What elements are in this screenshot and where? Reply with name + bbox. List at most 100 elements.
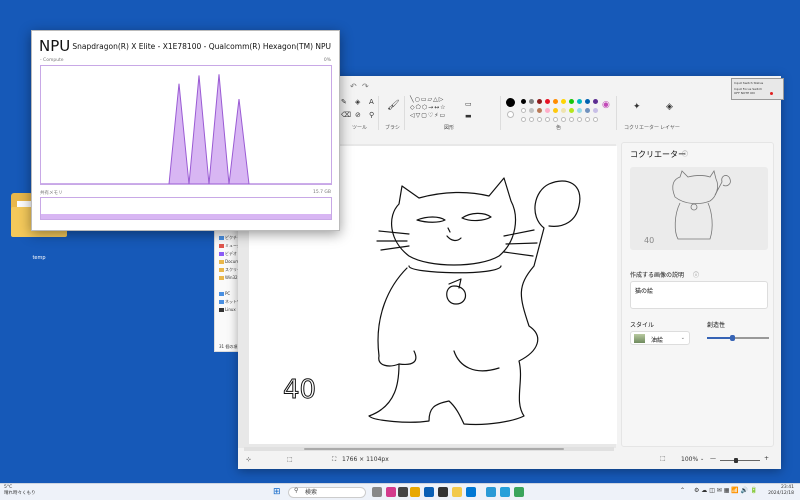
custom-color-slot[interactable] — [537, 117, 542, 122]
npu-device-name: Snapdragon(R) X Elite - X1E78100 - Qualc… — [72, 42, 331, 51]
npu-performance-window[interactable]: NPU Snapdragon(R) X Elite - X1E78100 - Q… — [31, 30, 340, 231]
color-swatch[interactable] — [529, 99, 534, 104]
graph-max-label: 0% — [323, 58, 331, 63]
weather-widget[interactable]: 5°C 晴れ時々くもり — [4, 485, 36, 497]
custom-color-slot[interactable] — [585, 117, 590, 122]
fill-shape-icon[interactable]: ▬ — [465, 112, 472, 120]
task-view-icon[interactable] — [372, 487, 382, 497]
brush-group-label: ブラシ — [385, 125, 400, 131]
nav-item-win32[interactable]: Win32 — [219, 275, 238, 280]
color-swatch[interactable] — [577, 108, 582, 113]
generated-preview-image[interactable]: 40 — [630, 167, 768, 250]
chevron-up-icon[interactable]: ⌃ — [680, 487, 685, 494]
color-swatch[interactable] — [569, 99, 574, 104]
color-swatch[interactable] — [593, 99, 598, 104]
style-dropdown[interactable]: 油絵 ⌄ — [630, 331, 690, 345]
color-swatch[interactable] — [537, 99, 542, 104]
color-swatch[interactable] — [569, 108, 574, 113]
shapes-gallery[interactable]: ╲○▭▱△▷ ◇⬠⬡→↔☆ ◁▽▢♡⚡▭ — [410, 96, 447, 120]
primary-color-swatch[interactable] — [506, 98, 515, 107]
tools-group-label: ツール — [352, 125, 368, 131]
zoom-slider[interactable] — [720, 458, 760, 463]
zoom-level[interactable]: 100% — [681, 456, 698, 463]
zoom-out-icon[interactable]: — — [710, 455, 716, 462]
copilot-icon[interactable] — [386, 487, 396, 497]
text-icon[interactable]: A — [369, 98, 374, 106]
creativity-slider[interactable] — [707, 335, 769, 341]
slider-thumb[interactable] — [730, 335, 735, 341]
fit-icon[interactable]: ⬚ — [660, 455, 666, 462]
color-swatch[interactable] — [585, 99, 590, 104]
npu-usage-graph — [40, 65, 332, 185]
nav-item-linux[interactable]: Linux — [219, 307, 236, 312]
zoom-in-icon[interactable]: + — [764, 455, 769, 462]
photos-icon[interactable] — [486, 487, 496, 497]
custom-color-slot[interactable] — [561, 117, 566, 122]
app-icon[interactable] — [398, 487, 408, 497]
custom-color-slot[interactable] — [529, 117, 534, 122]
color-swatch[interactable] — [537, 108, 542, 113]
canvas-size: 1766 × 1104px — [342, 456, 389, 463]
color-picker-icon[interactable]: ⊘ — [355, 111, 361, 119]
start-button[interactable]: ⊞ — [273, 487, 281, 497]
color-swatch[interactable] — [577, 99, 582, 104]
paint-icon[interactable] — [500, 487, 510, 497]
tray-icons[interactable]: ⚙ ☁ ◫ ✉ ▦ 📶 🔊 🔋 — [694, 487, 758, 494]
selection-icon: ⬚ — [287, 456, 293, 463]
custom-color-slot[interactable] — [553, 117, 558, 122]
mini-window-thumbnail[interactable]: Input Switch Status Input Focus Switch O… — [731, 78, 784, 100]
prompt-label: 作成する画像の説明 — [630, 272, 685, 279]
preview-cat-sketch: 40 — [644, 170, 731, 245]
layers-icon[interactable]: ◈ — [666, 102, 673, 112]
info-icon[interactable]: ⓘ — [682, 149, 688, 158]
canvas-handwritten-text: 40 — [283, 375, 316, 405]
pencil-icon[interactable]: ✎ — [341, 98, 347, 106]
prompt-info-icon[interactable]: ⓘ — [693, 270, 699, 279]
color-swatch[interactable] — [561, 99, 566, 104]
colors-group-label: 色 — [556, 125, 562, 131]
custom-color-slot[interactable] — [569, 117, 574, 122]
terminal-icon[interactable] — [438, 487, 448, 497]
color-swatch[interactable] — [553, 99, 558, 104]
edit-colors-icon[interactable]: ◉ — [602, 100, 610, 110]
magnifier-icon[interactable]: ⚲ — [369, 111, 374, 119]
prompt-input[interactable]: 猫の絵 — [630, 281, 768, 309]
custom-color-slot[interactable] — [577, 117, 582, 122]
color-swatch[interactable] — [521, 99, 526, 104]
nav-item-pc[interactable]: PC — [219, 291, 230, 296]
color-swatch[interactable] — [521, 108, 526, 113]
custom-color-slot[interactable] — [593, 117, 598, 122]
cocreator-ribbon-button[interactable]: コクリエーター — [624, 124, 659, 131]
color-swatch[interactable] — [545, 99, 550, 104]
outline-icon[interactable]: ▭ — [465, 100, 472, 108]
layers-ribbon-button[interactable]: レイヤー — [660, 124, 680, 131]
custom-color-slot[interactable] — [545, 117, 550, 122]
brush-icon[interactable]: 🖌 — [387, 100, 400, 111]
nav-item-videos[interactable]: ビデオ — [219, 251, 237, 257]
horizontal-scrollbar[interactable] — [244, 447, 614, 451]
search-box[interactable]: 検索 — [288, 487, 366, 498]
app-l-icon[interactable] — [424, 487, 434, 497]
color-swatch[interactable] — [553, 108, 558, 113]
color-swatch[interactable] — [593, 108, 598, 113]
color-swatch[interactable] — [545, 108, 550, 113]
chrome-icon[interactable] — [410, 487, 420, 497]
custom-color-slot[interactable] — [521, 117, 526, 122]
outlook-icon[interactable] — [466, 487, 476, 497]
color-swatch[interactable] — [585, 108, 590, 113]
eraser-icon[interactable]: ⌫ — [341, 111, 351, 119]
style-thumbnail — [634, 334, 645, 343]
zoom-dropdown-icon[interactable]: ⌄ — [700, 456, 704, 462]
file-explorer-icon[interactable] — [452, 487, 462, 497]
color-swatch[interactable] — [529, 108, 534, 113]
color-swatch[interactable] — [561, 108, 566, 113]
desktop-icon-label: temp — [32, 255, 46, 261]
search-icon: ⚲ — [294, 487, 299, 494]
cocreator-icon[interactable]: ✦ — [633, 102, 641, 112]
secondary-color-swatch[interactable] — [507, 111, 514, 118]
cocreator-panel: コクリエーター ⓘ 40 作成する画像の説明 ⓘ 猫の絵 スタイル 創造性 油絵… — [621, 142, 774, 447]
clock[interactable]: 23:41 2024/12/18 — [768, 485, 794, 497]
app-green-icon[interactable] — [514, 487, 524, 497]
nav-item-documents[interactable]: Docum — [219, 259, 239, 264]
fill-icon[interactable]: ◈ — [355, 98, 360, 106]
